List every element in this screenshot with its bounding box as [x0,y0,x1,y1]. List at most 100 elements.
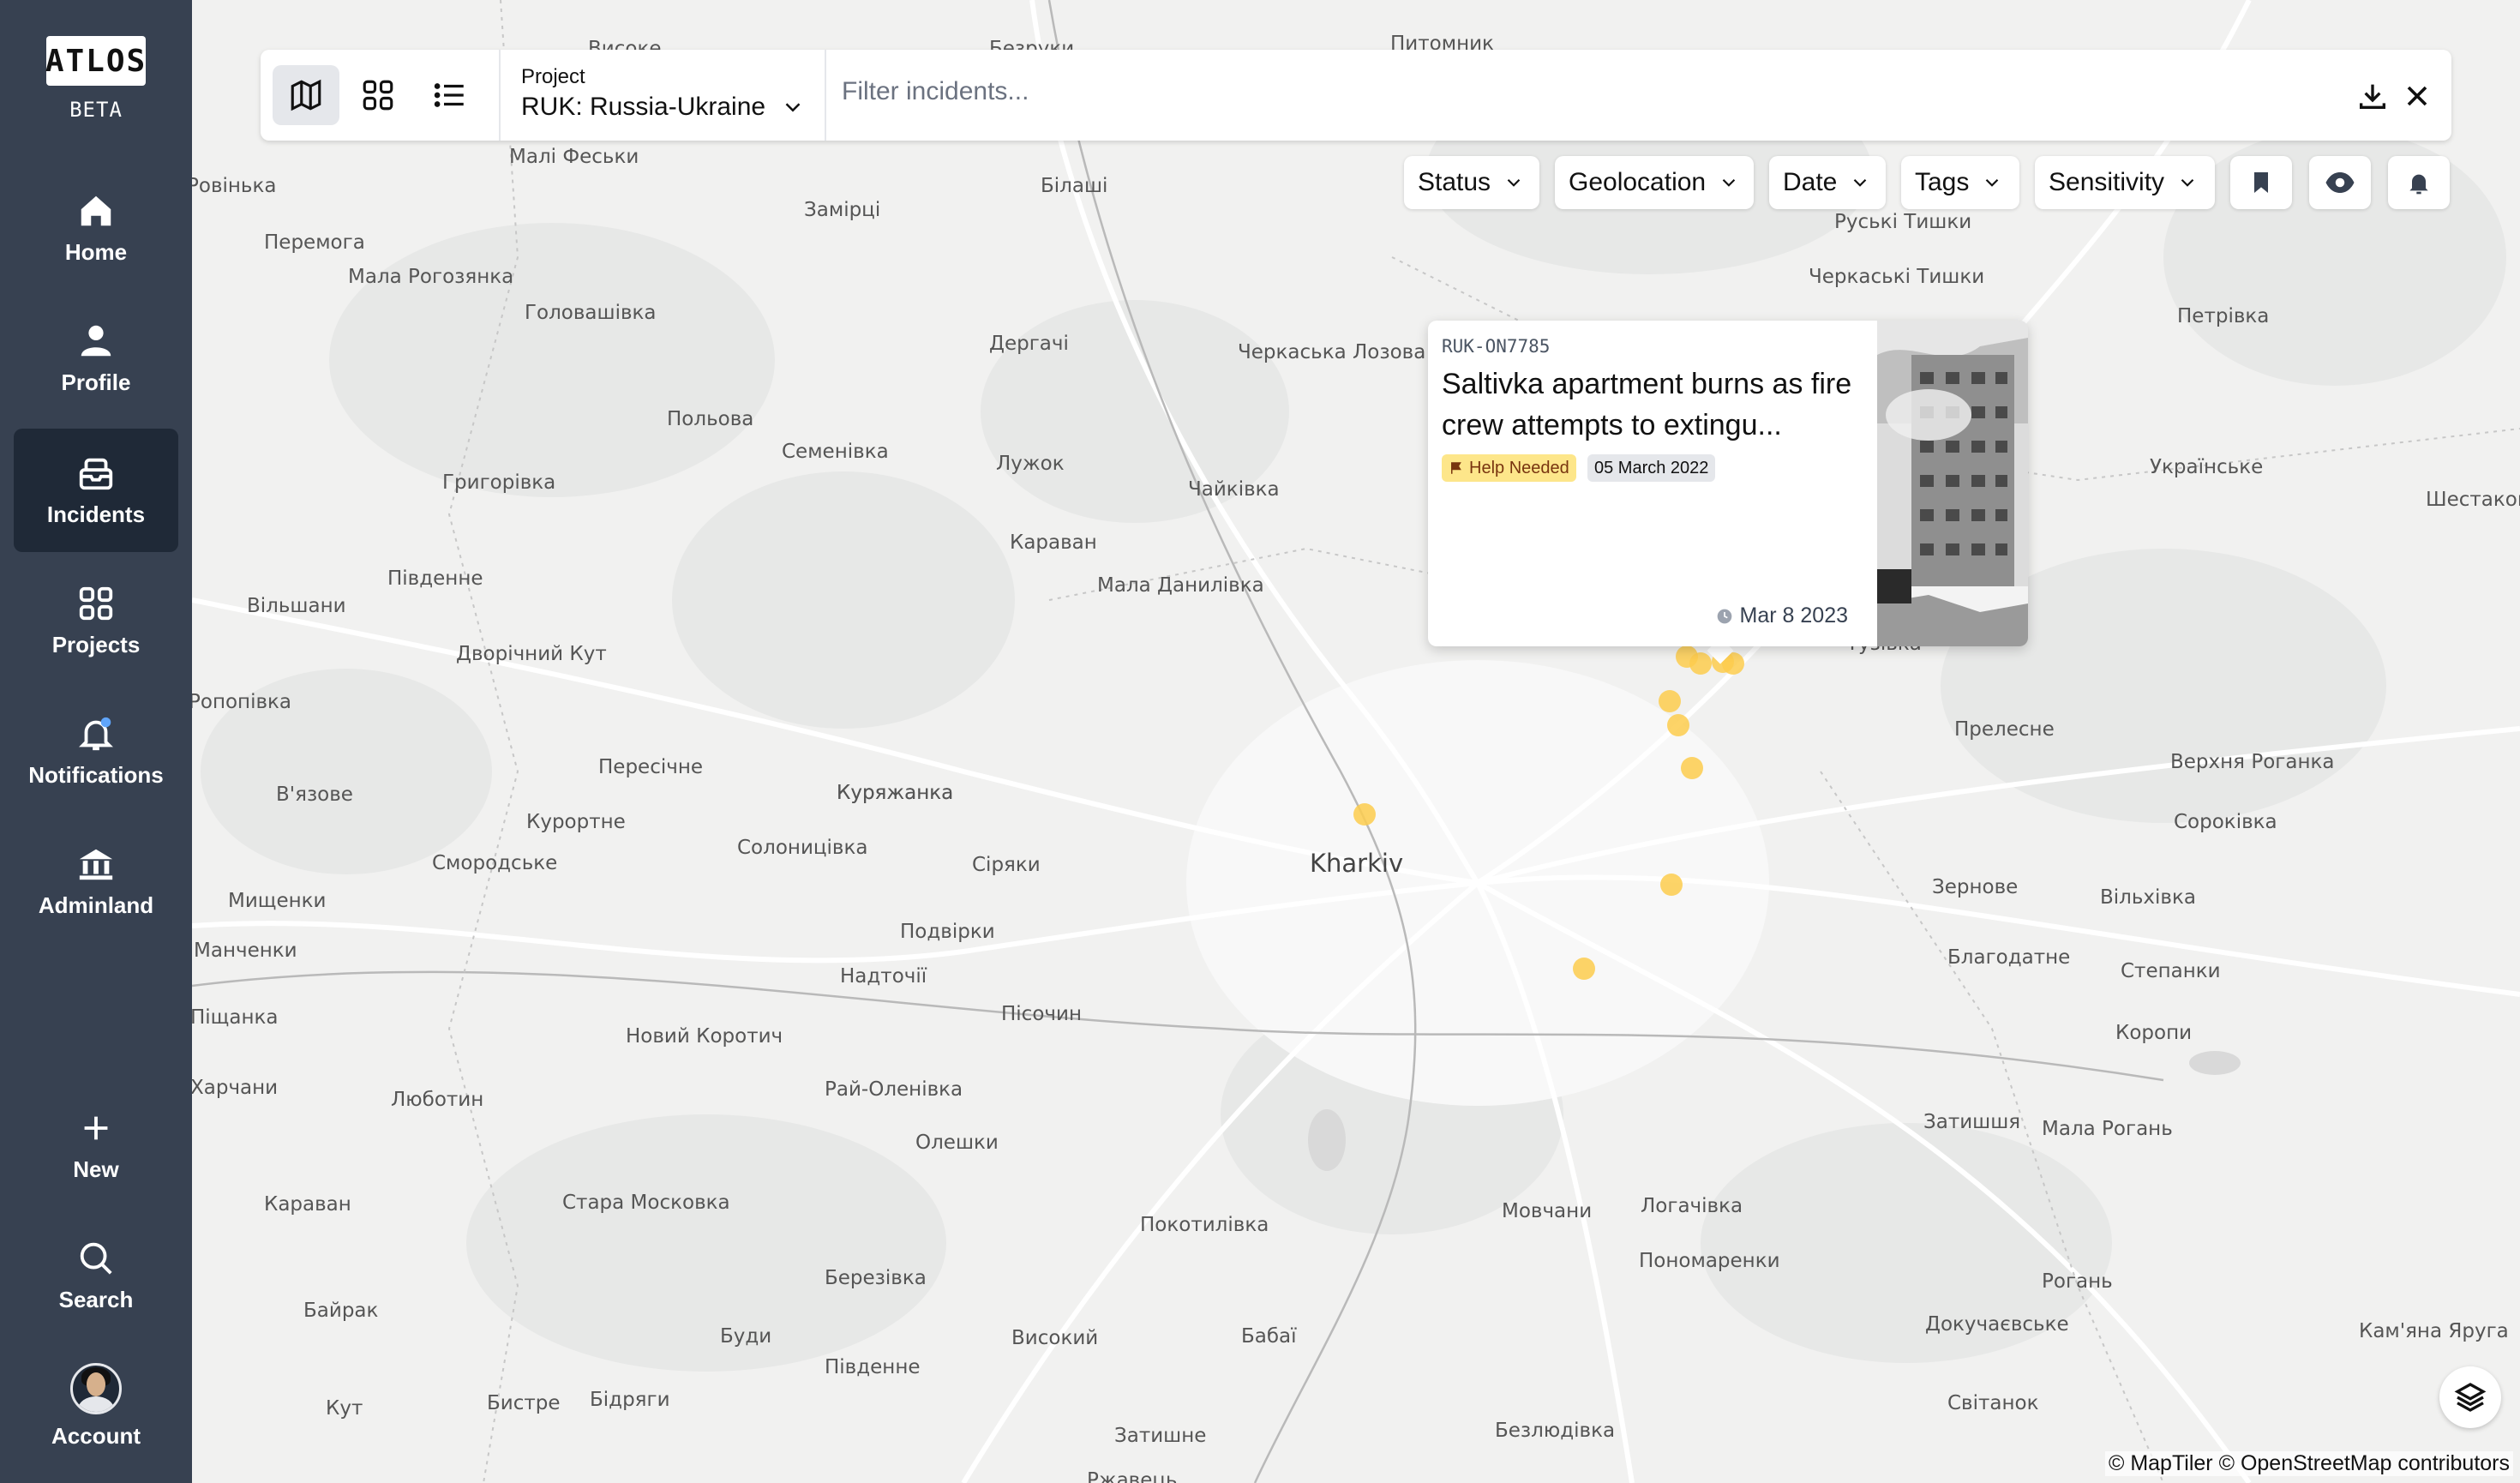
place-label: Кам'яна Яруга [2359,1320,2509,1342]
sidebar: ATLOS BETA Home Profile Incidents Projec… [0,0,192,1483]
incident-marker[interactable] [1573,958,1595,980]
place-label: Безлюдівка [1495,1420,1616,1442]
search-button[interactable]: Search [14,1214,178,1337]
avatar [70,1362,122,1414]
sidebar-item-label: Home [64,238,128,265]
incident-thumbnail [1877,321,2028,646]
atlos-logo[interactable]: ATLOS [45,36,146,86]
filter-label: Sensitivity [2049,168,2165,196]
notifications-filter-button[interactable] [2388,156,2450,209]
modified-date-text: Mar 8 2023 [1739,603,1848,627]
place-label: Рай-Оленівка [825,1078,963,1101]
bookmark-filter-button[interactable] [2230,156,2292,209]
layers-button[interactable] [2439,1366,2501,1428]
place-label: Зернове [1932,876,2019,898]
place-label: Сіряки [972,854,1041,876]
place-label: Затишшя [1923,1111,2021,1133]
chevron-down-icon [785,103,801,112]
place-label: Малі Феськи [509,146,639,168]
sidebar-item-projects[interactable]: Projects [14,559,178,682]
incident-marker[interactable] [1681,757,1703,779]
sidebar-item-label: Profile [61,369,131,395]
place-label: Петрівка [2177,305,2270,327]
incident-marker[interactable] [1659,690,1681,712]
list-icon [434,83,464,107]
incident-marker[interactable] [1667,714,1689,736]
place-label: Пономаренки [1639,1250,1780,1272]
tags-filter[interactable]: Tags [1901,156,2019,209]
sidebar-item-label: New [73,1156,119,1182]
incident-title[interactable]: Saltivka apartment burns as fire crew at… [1442,363,1870,446]
place-label: Мала Рогань [2042,1118,2173,1140]
eye-icon [2325,172,2355,193]
place-label: Курортне [526,811,626,833]
grid-icon [79,586,113,620]
place-label: Мовчани [1502,1200,1593,1222]
sidebar-item-home[interactable]: Home [14,166,178,290]
modified-date: Mar 8 2023 [1716,603,1848,628]
incident-popup[interactable]: RUK-ON7785 Saltivka apartment burns as f… [1428,321,2028,646]
map-view-button[interactable] [273,65,339,125]
layers-icon [2454,1383,2487,1412]
download-icon[interactable] [2355,79,2390,113]
chevron-down-icon [1854,178,1867,187]
home-icon [81,195,111,225]
project-select[interactable]: Project RUK: Russia-Ukraine [499,50,826,141]
place-label: Південне [825,1356,921,1378]
place-label: Вільшани [247,595,346,617]
close-icon[interactable] [2400,79,2434,113]
place-label: Верхня Роганка [2170,751,2335,773]
status-label: Help Needed [1469,458,1569,477]
sidebar-item-incidents[interactable]: Incidents [14,429,178,552]
date-filter[interactable]: Date [1769,156,1886,209]
place-label: Рогань [2042,1270,2113,1293]
filter-incidents-input[interactable] [842,77,2042,106]
place-label: Коропи [2115,1022,2193,1044]
incident-marker[interactable] [1660,874,1683,896]
place-label: Мала Данилівка [1097,574,1264,597]
project-label: Project [521,65,585,88]
bell-icon [2409,174,2428,195]
map-attribution[interactable]: © MapTiler © OpenStreetMap contributors [2104,1451,2513,1476]
grid-view-button[interactable] [345,65,411,125]
project-value: RUK: Russia-Ukraine [521,93,766,121]
sidebar-item-notifications[interactable]: Notifications [14,689,178,813]
place-label: Стара Московка [562,1192,730,1214]
incident-id: RUK-ON7785 [1442,336,1551,357]
place-label: Манченки [194,940,297,962]
place-label: Сороківка [2174,811,2277,833]
filter-label: Tags [1915,168,1970,196]
map[interactable]: Високе Безруки Питомник Малі Феськи Білаші За… [192,0,2520,1483]
place-label: Солоницівка [737,837,868,859]
place-label: Перемога [264,231,365,254]
place-label: В'язове [276,784,353,806]
place-label: Смородське [432,852,558,874]
status-filter[interactable]: Status [1404,156,1539,209]
place-label: Білаші [1041,175,1108,197]
bell-icon [79,717,113,750]
sidebar-item-profile[interactable]: Profile [14,297,178,420]
place-label: Семенівка [782,441,889,463]
place-label: Затишне [1114,1425,1207,1447]
place-label: Дергачі [989,333,1069,355]
place-label: Куряжанка [837,782,954,804]
place-label: Світанок [1947,1392,2039,1414]
sidebar-item-label: Notifications [28,761,164,788]
sensitivity-filter[interactable]: Sensitivity [2035,156,2215,209]
sidebar-item-adminland[interactable]: Adminland [14,820,178,943]
place-label: Прелесне [1954,718,2055,741]
place-label: Черкаська Лозова [1238,341,1426,363]
account-button[interactable]: Account [14,1344,178,1468]
sidebar-item-label: Account [51,1422,141,1449]
chevron-down-icon [1507,178,1521,187]
incident-marker[interactable] [1353,803,1376,826]
list-view-button[interactable] [417,65,483,125]
place-label: Чайківка [1188,478,1280,501]
watch-filter-button[interactable] [2309,156,2371,209]
sidebar-item-label: Adminland [38,892,154,918]
new-button[interactable]: New [14,1084,178,1207]
sidebar-item-label: Search [58,1286,134,1312]
incident-marker[interactable] [1689,652,1712,675]
place-label: Олешки [915,1132,999,1154]
geolocation-filter[interactable]: Geolocation [1555,156,1754,209]
